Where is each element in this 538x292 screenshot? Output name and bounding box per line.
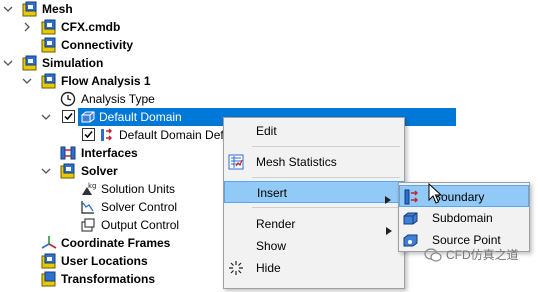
menu-item-label: Hide [256, 261, 281, 275]
output-control-icon [80, 217, 96, 233]
tree-label: Transformations [61, 272, 156, 286]
tree-label: Simulation [42, 56, 104, 70]
menu-item-mesh-statistics[interactable]: Mesh Statistics [224, 151, 404, 173]
menu-item-boundary[interactable]: Boundary [399, 185, 529, 207]
watermark-text: CFD仿真之道 [446, 248, 519, 262]
menu-item-render[interactable]: Render [224, 213, 404, 235]
menu-item-insert[interactable]: Insert [224, 181, 404, 204]
menu-separator [252, 177, 400, 178]
solver-control-icon [80, 199, 96, 215]
tree-label: Solver Control [101, 200, 178, 214]
subdomain-icon [403, 210, 419, 226]
tree-label: Connectivity [61, 38, 134, 52]
connectivity-icon [41, 37, 57, 53]
tree-label: Mesh [42, 2, 73, 16]
visibility-checkbox[interactable] [82, 128, 95, 141]
tree-label: User Locations [61, 254, 148, 268]
tree-label: Output Control [101, 218, 180, 232]
mesh-file-icon [41, 19, 57, 35]
analysis-icon [41, 73, 57, 89]
mesh-statistics-icon [228, 154, 244, 170]
context-menu: Edit Mesh Statistics Insert Render Show … [223, 117, 405, 289]
collapsed-chevron-icon[interactable] [22, 18, 32, 36]
transformations-icon [41, 271, 57, 287]
tree-item-simulation[interactable]: Simulation [0, 54, 300, 72]
expanded-chevron-icon[interactable] [3, 0, 13, 18]
menu-item-show[interactable]: Show [224, 235, 404, 257]
tree-label: Interfaces [81, 146, 138, 160]
insert-submenu: Boundary Subdomain Source Point [398, 182, 530, 252]
menu-item-label: Subdomain [432, 211, 493, 225]
clock-icon [60, 91, 76, 107]
coordinate-frame-icon [41, 235, 57, 251]
tree-label: Default Domain [99, 110, 182, 124]
tree-label: Analysis Type [81, 92, 155, 106]
expanded-chevron-icon[interactable] [22, 72, 32, 90]
user-locations-icon [41, 253, 57, 269]
visibility-checkbox[interactable] [62, 110, 75, 123]
menu-item-label: Insert [257, 186, 288, 200]
tree-item-analysis-type[interactable]: Analysis Type [0, 90, 300, 108]
simulation-icon [22, 55, 38, 71]
menu-item-subdomain[interactable]: Subdomain [399, 207, 529, 229]
menu-item-label: Edit [256, 124, 277, 138]
domain-icon [80, 109, 96, 125]
tree-label: Solution Units [101, 182, 176, 196]
tree-item-cfx-cmdb[interactable]: CFX.cmdb [0, 18, 300, 36]
boundary-icon [99, 127, 115, 143]
tree-item-mesh[interactable]: Mesh [0, 0, 300, 18]
menu-separator [252, 146, 400, 147]
solver-icon [60, 163, 76, 179]
tree-label: Coordinate Frames [61, 236, 171, 250]
source-point-icon [403, 232, 419, 248]
interfaces-icon [60, 145, 76, 161]
hide-icon [228, 260, 244, 276]
menu-separator [252, 207, 400, 208]
menu-item-label: Show [256, 239, 287, 253]
expanded-chevron-icon[interactable] [3, 54, 13, 72]
expanded-chevron-icon[interactable] [41, 108, 51, 126]
mesh-icon [22, 1, 38, 17]
mouse-pointer-icon [428, 182, 443, 208]
tree-label: Default Domain Defa [119, 128, 231, 142]
svg-text:kg: kg [88, 182, 96, 190]
units-icon: kg [80, 181, 97, 197]
tree-label: Flow Analysis 1 [61, 74, 151, 88]
menu-item-label: Mesh Statistics [256, 155, 337, 169]
boundary-icon [404, 189, 420, 205]
tree-item-flow-analysis[interactable]: Flow Analysis 1 [0, 72, 300, 90]
tree-item-connectivity[interactable]: Connectivity [0, 36, 300, 54]
tree-label: CFX.cmdb [61, 20, 121, 34]
menu-item-edit[interactable]: Edit [224, 120, 404, 142]
expanded-chevron-icon[interactable] [41, 162, 51, 180]
menu-item-label: Render [256, 217, 296, 231]
tree-label: Solver [81, 164, 118, 178]
menu-item-hide[interactable]: Hide [224, 257, 404, 279]
wechat-logo-icon [424, 248, 442, 267]
